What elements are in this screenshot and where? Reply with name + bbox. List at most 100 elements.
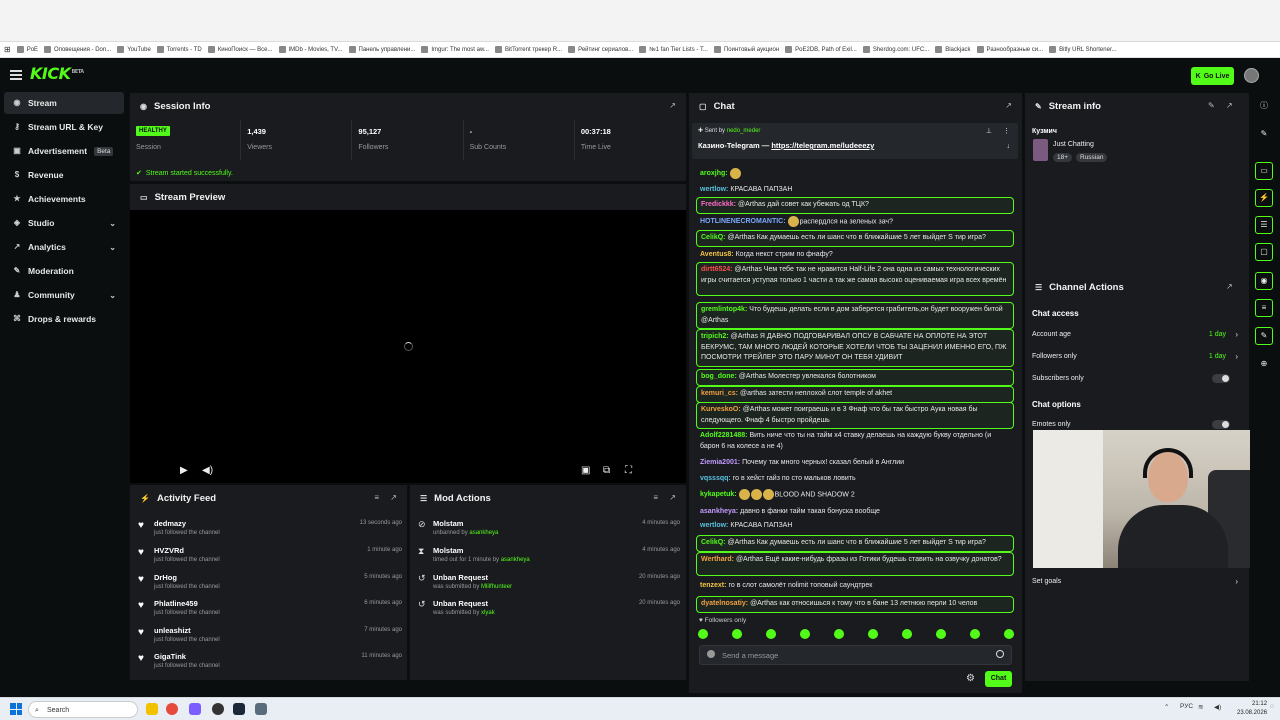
chat-username[interactable]: wertlow: bbox=[700, 186, 728, 193]
chat-username[interactable]: aroxjhg: bbox=[700, 170, 728, 177]
chat-username[interactable]: Ziemia2001: bbox=[700, 459, 740, 466]
chat-username[interactable]: CelikQ: bbox=[701, 234, 726, 241]
edit-icon[interactable]: ✎ bbox=[1208, 101, 1215, 110]
bookmark-item[interactable]: Sherdog.com: UFC... bbox=[862, 46, 929, 53]
bookmark-item[interactable]: YouTube bbox=[117, 46, 151, 53]
chat-message[interactable]: Fredickkk: @Arthas дай совет как убежать … bbox=[696, 197, 1014, 214]
sidebar-item-stream[interactable]: ◉ Stream bbox=[4, 92, 124, 114]
sidebar-item-analytics[interactable]: ↗ Analytics ⌄ bbox=[4, 236, 124, 258]
bookmark-item[interactable]: Рейтинг сериалов... bbox=[568, 46, 633, 53]
edit-icon[interactable]: ✎ bbox=[1255, 126, 1273, 144]
chat-message[interactable]: wertlow: КРАСАВА ПАПЗАН bbox=[696, 183, 1014, 198]
chat-username[interactable]: kemuri_cs: bbox=[701, 390, 738, 397]
chat-message[interactable]: asankheya: давно в фанки тайм такая бонус… bbox=[696, 505, 1014, 520]
emotes-only-toggle[interactable] bbox=[1212, 420, 1230, 429]
mod-target[interactable]: Molstam bbox=[433, 546, 463, 555]
chat-username[interactable]: Fredickkk: bbox=[701, 201, 736, 208]
popout-icon[interactable]: ↗ bbox=[669, 101, 676, 110]
subscribers-only-toggle[interactable] bbox=[1212, 374, 1230, 383]
chat-message[interactable]: KurveskoO: @Arthas может поиграешь и в 3 … bbox=[696, 402, 1014, 429]
radio-icon[interactable]: ◉ bbox=[1255, 272, 1273, 290]
chat-username[interactable]: tenzext: bbox=[700, 582, 726, 589]
pip-icon[interactable]: ⧉ bbox=[603, 465, 610, 476]
bookmark-item[interactable]: Imgur: The most aw... bbox=[421, 46, 489, 53]
chat-message[interactable]: Werthard: @Arthas Ещё какие-нибудь фразы … bbox=[696, 552, 1014, 576]
chat-username[interactable]: CelikQ: bbox=[701, 539, 726, 546]
bookmark-item[interactable]: КиноПоиск — Все... bbox=[207, 46, 273, 53]
feed-username[interactable]: Phlatline459 bbox=[154, 599, 198, 608]
filter-icon[interactable]: ≡ bbox=[653, 493, 658, 502]
chat-message[interactable]: kemuri_cs: @arthas затести неплохой слот … bbox=[696, 386, 1014, 403]
feed-username[interactable]: HVZVRd bbox=[154, 546, 184, 555]
bell-icon[interactable]: ◌ bbox=[1270, 703, 1274, 710]
go-live-button[interactable]: K Go Live bbox=[1191, 67, 1234, 85]
settings-icon[interactable] bbox=[255, 703, 267, 715]
emote-icon[interactable] bbox=[732, 629, 742, 639]
chat-message[interactable]: CelikQ: @Arthas Как думаешь есть ли шанс … bbox=[696, 230, 1014, 247]
chat-message[interactable]: Ziemia2001: Почему так много черных! сказ… bbox=[696, 456, 1014, 471]
feed-username[interactable]: DrHog bbox=[154, 573, 177, 582]
play-icon[interactable]: ▶ bbox=[180, 465, 188, 476]
bookmark-item[interactable]: PoE2DB, Path of Exil... bbox=[785, 46, 857, 53]
sidebar-item-achievements[interactable]: ★ Achievements bbox=[4, 188, 124, 210]
pinned-sender[interactable]: nedo_meder bbox=[727, 128, 761, 134]
chrome-icon[interactable] bbox=[166, 703, 178, 715]
chat-message[interactable]: dyatelnosatiy: @Arthas как относишься к т… bbox=[696, 596, 1014, 613]
menu-icon[interactable] bbox=[10, 70, 22, 80]
chat-username[interactable]: vqsssqq: bbox=[700, 475, 731, 482]
steam-icon[interactable] bbox=[233, 703, 245, 715]
theater-mode-icon[interactable]: ▣ bbox=[581, 465, 590, 476]
chat-message[interactable]: dirtt6524: @Arthas Чем тебе так не нравит… bbox=[696, 262, 1014, 296]
mod-target[interactable]: Unban Request bbox=[433, 599, 488, 608]
chat-message[interactable]: gremlintop4k: Что будешь делать если в до… bbox=[696, 302, 1014, 329]
chat-message[interactable]: wertlow: КРАСАВА ПАПЗАН bbox=[696, 519, 1014, 534]
chat-input[interactable]: Send a message bbox=[699, 645, 1012, 665]
sidebar-item-studio[interactable]: ◈ Studio ⌄ bbox=[4, 212, 124, 234]
bookmark-item[interactable]: Torrents - TD bbox=[156, 46, 202, 53]
sidebar-item-community[interactable]: ♟ Community ⌄ bbox=[4, 284, 124, 306]
chat-username[interactable]: dyatelnosatiy: bbox=[701, 600, 748, 607]
clock[interactable]: 21:12 23.08.2026 bbox=[1237, 700, 1267, 718]
chat-message[interactable]: kykapetuk: BLOOD AND SHADOW 2 bbox=[696, 487, 1014, 503]
bookmark-item[interactable]: PoE bbox=[16, 46, 38, 53]
chat-username[interactable]: kykapetuk: bbox=[700, 491, 737, 498]
chat-username[interactable]: Aventus8: bbox=[700, 251, 734, 258]
emote-icon[interactable] bbox=[936, 629, 946, 639]
emote-icon[interactable] bbox=[970, 629, 980, 639]
chat-message[interactable]: HOTLINENECROMANTIC: распердлся на зеленых… bbox=[696, 214, 1014, 230]
emote-icon[interactable] bbox=[698, 629, 708, 639]
bookmark-item[interactable]: №1 fan Tier Lists - T... bbox=[639, 46, 708, 53]
speaker-icon[interactable]: ◀) bbox=[1214, 703, 1221, 711]
followers-only-row[interactable]: Followers only 1 day › bbox=[1032, 352, 1242, 373]
chat-message[interactable]: CelikQ: @Arthas Как думаешь есть ли шанс … bbox=[696, 535, 1014, 552]
gear-icon[interactable]: ⚙ bbox=[966, 673, 975, 684]
send-chat-button[interactable]: Chat bbox=[985, 671, 1012, 687]
emote-icon[interactable] bbox=[868, 629, 878, 639]
chevron-down-icon[interactable]: ↓ bbox=[1007, 143, 1011, 150]
taskbar-search[interactable]: ⌕ Search bbox=[28, 701, 138, 718]
emote-icon[interactable] bbox=[1004, 629, 1014, 639]
mod-by[interactable]: xlyak bbox=[481, 610, 495, 616]
pinned-link[interactable]: https://telegram.me/ludeeezy bbox=[771, 141, 874, 150]
mod-by[interactable]: asankheya bbox=[469, 530, 498, 536]
chat-username[interactable]: dirtt6524: bbox=[701, 266, 733, 273]
bookmark-item[interactable]: Панель управлени... bbox=[348, 46, 415, 53]
emote-icon[interactable] bbox=[800, 629, 810, 639]
feed-username[interactable]: unleashizt bbox=[154, 626, 191, 635]
emote-icon[interactable] bbox=[902, 629, 912, 639]
file-explorer-icon[interactable] bbox=[146, 703, 158, 715]
bookmark-item[interactable]: Blackjack bbox=[935, 46, 971, 53]
pinned-message[interactable]: ✚ Sent by nedo_meder Казино-Telegram — h… bbox=[692, 123, 1018, 159]
avatar[interactable] bbox=[1244, 68, 1259, 83]
bolt-icon[interactable]: ⚡ bbox=[1255, 189, 1273, 207]
bookmark-item[interactable]: Поинтовый аукцион bbox=[713, 46, 779, 53]
sidebar-item-advertisement[interactable]: ▣ Advertisement Beta bbox=[4, 140, 124, 162]
wrench-icon[interactable]: ✎ bbox=[1255, 327, 1273, 345]
fullscreen-icon[interactable]: ⛶ bbox=[625, 465, 632, 476]
sidebar-item-drops[interactable]: ⌘ Drops & rewards bbox=[4, 308, 124, 330]
filter-icon[interactable]: ≡ bbox=[374, 493, 379, 502]
language-indicator[interactable]: РУС bbox=[1180, 703, 1193, 710]
chat-username[interactable]: gremlintop4k: bbox=[701, 306, 747, 313]
sidebar-item-moderation[interactable]: ✎ Moderation bbox=[4, 260, 124, 282]
chat-message[interactable]: Adolf2281488: Вить ниче что ты на тайм х4… bbox=[696, 429, 1014, 454]
